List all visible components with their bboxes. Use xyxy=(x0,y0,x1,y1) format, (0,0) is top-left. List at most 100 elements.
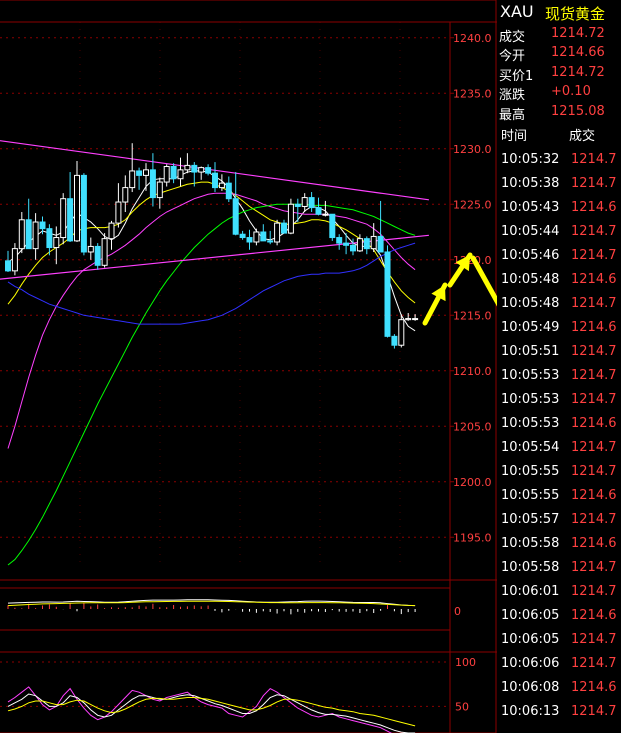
tick-row[interactable]: 10:05:58 1214.6 xyxy=(497,532,621,556)
tick-row[interactable]: 10:06:05 1214.6 xyxy=(497,604,621,628)
candle-body-up xyxy=(198,167,205,173)
candle-body-up xyxy=(177,169,184,180)
candle-body-up xyxy=(115,201,122,224)
candle xyxy=(198,166,205,180)
kdj-line-0 xyxy=(7,686,416,733)
tick-time: 10:05:48 xyxy=(501,296,560,311)
price-chart[interactable]: 1240.01235.01230.01225.01220.01215.01210… xyxy=(0,0,497,733)
candle xyxy=(53,226,60,265)
candle-body-down xyxy=(336,237,343,244)
candle xyxy=(412,314,419,321)
y-tick-label: 1225.0 xyxy=(453,198,492,211)
candle xyxy=(356,234,363,252)
tick-row[interactable]: 10:05:55 1214.6 xyxy=(497,484,621,508)
y-tick-label: 1210.0 xyxy=(453,365,492,378)
tick-row[interactable]: 10:05:38 1214.7 xyxy=(497,172,621,196)
candle xyxy=(108,220,115,250)
candle-body-down xyxy=(281,222,287,234)
y-tick-label: 1230.0 xyxy=(453,143,492,156)
tick-row[interactable]: 10:05:53 1214.6 xyxy=(497,412,621,436)
candle xyxy=(405,313,412,321)
tick-time: 10:06:05 xyxy=(501,632,560,647)
candle xyxy=(391,334,398,349)
candle-body-down xyxy=(267,240,274,243)
y-tick-label: 1240.0 xyxy=(453,32,492,45)
candle-body-down xyxy=(80,174,87,253)
tick-row[interactable]: 10:06:06 1214.7 xyxy=(497,652,621,676)
tick-row[interactable]: 10:05:53 1214.7 xyxy=(497,388,621,412)
tick-price: 1214.6 xyxy=(571,416,617,431)
candle xyxy=(94,243,101,270)
tick-price: 1214.6 xyxy=(571,320,617,335)
tick-row[interactable]: 10:06:05 1214.7 xyxy=(497,628,621,652)
arrow-up-small xyxy=(422,282,448,326)
candle-body-up xyxy=(101,238,108,266)
candle-body-down xyxy=(350,244,356,252)
tick-header: 时间 成交 xyxy=(497,123,621,144)
tick-price: 1214.7 xyxy=(571,512,617,527)
candle-body-down xyxy=(246,237,253,243)
quote-value: +0.10 xyxy=(551,84,591,100)
tick-row[interactable]: 10:05:57 1214.7 xyxy=(497,508,621,532)
candle xyxy=(80,173,87,256)
tick-time: 10:05:53 xyxy=(501,416,560,431)
tick-row[interactable]: 10:05:48 1214.7 xyxy=(497,292,621,316)
tick-time: 10:05:49 xyxy=(501,320,560,335)
tick-time: 10:05:51 xyxy=(501,344,560,359)
quote-value: 1215.08 xyxy=(551,103,605,119)
candle xyxy=(315,197,322,216)
tick-row[interactable]: 10:05:54 1214.7 xyxy=(497,436,621,460)
tick-time: 10:05:58 xyxy=(501,560,560,575)
candle-body-down xyxy=(67,198,74,242)
tick-row[interactable]: 10:05:43 1214.6 xyxy=(497,196,621,220)
candle-body-down xyxy=(363,238,370,250)
candle-body-up xyxy=(74,174,80,242)
tick-row[interactable]: 10:06:13 1214.7 xyxy=(497,700,621,724)
tick-row[interactable]: 10:05:48 1214.6 xyxy=(497,268,621,292)
candle xyxy=(67,172,74,242)
tick-row[interactable]: 10:05:46 1214.7 xyxy=(497,244,621,268)
ma-line-4 xyxy=(7,242,416,325)
tick-time: 10:05:53 xyxy=(501,368,560,383)
candle xyxy=(115,183,122,228)
quote-value: 1214.66 xyxy=(551,45,605,61)
tick-row[interactable]: 10:06:01 1214.7 xyxy=(497,580,621,604)
candle-body-up xyxy=(122,187,129,203)
candle xyxy=(384,245,391,338)
tick-price: 1214.7 xyxy=(571,560,617,575)
tick-row[interactable]: 10:05:49 1214.6 xyxy=(497,316,621,340)
kdj-panel: 100 50 xyxy=(0,656,476,733)
candle-body-up xyxy=(356,238,363,252)
tick-row[interactable]: 10:05:53 1214.7 xyxy=(497,364,621,388)
tick-price: 1214.7 xyxy=(571,464,617,479)
candle-body-down xyxy=(205,167,212,174)
candle-body-up xyxy=(184,164,191,171)
tick-price: 1214.6 xyxy=(571,272,617,287)
tick-time: 10:06:01 xyxy=(501,584,560,599)
tick-row[interactable]: 10:05:55 1214.7 xyxy=(497,460,621,484)
tick-price: 1214.7 xyxy=(571,704,617,719)
tick-time: 10:05:44 xyxy=(501,224,560,239)
y-tick-label: 1195.0 xyxy=(453,531,492,544)
candle-body-up xyxy=(156,181,163,199)
trendline-0 xyxy=(0,140,429,201)
tick-row[interactable]: 10:06:08 1214.6 xyxy=(497,676,621,700)
symbol-label: XAU xyxy=(500,2,534,21)
candle-body-up xyxy=(398,319,405,346)
price-axis: 1240.01235.01230.01225.01220.01215.01210… xyxy=(453,32,492,545)
tick-row[interactable]: 10:05:44 1214.7 xyxy=(497,220,621,244)
candle-body-up xyxy=(60,198,67,239)
candle xyxy=(274,219,281,246)
tick-price: 1214.7 xyxy=(571,224,617,239)
tick-time: 10:05:55 xyxy=(501,488,560,503)
candle-body-down xyxy=(136,170,143,176)
candle xyxy=(343,233,350,255)
candle-body-up xyxy=(53,237,60,249)
candle-body-down xyxy=(191,164,198,173)
candle xyxy=(232,172,239,236)
tick-row[interactable]: 10:05:32 1214.7 xyxy=(497,148,621,172)
tick-row[interactable]: 10:05:51 1214.7 xyxy=(497,340,621,364)
tick-time: 10:06:05 xyxy=(501,608,560,623)
candle xyxy=(177,157,184,187)
tick-row[interactable]: 10:05:58 1214.7 xyxy=(497,556,621,580)
